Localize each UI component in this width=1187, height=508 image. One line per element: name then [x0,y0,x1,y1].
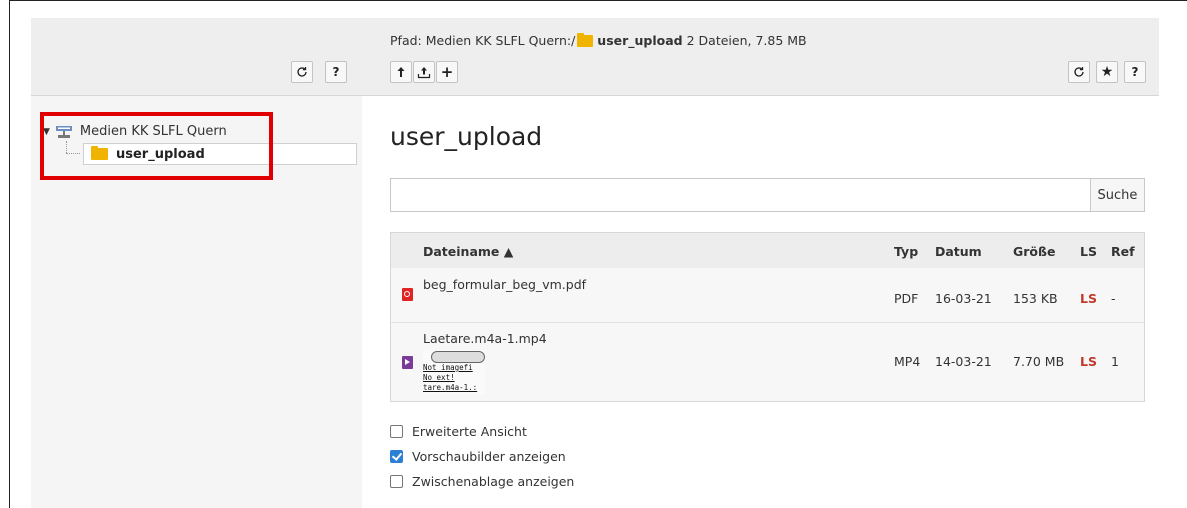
checkbox[interactable] [390,475,403,488]
window-border-left [9,0,10,508]
reload-icon [297,67,307,77]
file-name[interactable]: Laetare.m4a-1.mp4 [423,331,547,346]
help-icon: ? [332,65,340,79]
file-type: PDF [894,291,919,306]
file-type: MP4 [894,354,921,369]
reference-count[interactable]: 1 [1111,354,1119,369]
reload-button[interactable] [1068,61,1090,83]
plus-icon: + [440,63,454,81]
file-table: Dateiname ▲ Typ Datum Größe LS Ref beg_f… [390,232,1145,402]
thumbnail-text: tare.m4a-1.: [423,383,478,392]
option-extended-view[interactable]: Erweiterte Ansicht [390,424,527,439]
column-header-date[interactable]: Datum [935,244,982,259]
tree-help-button[interactable]: ? [325,61,347,83]
doc-header: + ★ ? [362,18,1159,96]
bookmark-button[interactable]: ★ [1096,61,1118,83]
folder-up-icon [397,67,405,77]
checkbox-checked[interactable] [390,450,403,463]
reload-icon [1074,67,1084,77]
file-thumbnail[interactable]: Not imagefi No ext! tare.m4a-1.: [423,350,485,394]
column-header-ref: Ref [1111,244,1135,259]
column-header-ls: LS [1080,244,1097,259]
file-date: 14-03-21 [935,354,992,369]
column-header-name[interactable]: Dateiname ▲ [423,244,513,259]
file-size: 7.70 MB [1013,354,1065,369]
option-label: Vorschaubilder anzeigen [412,449,566,464]
path-folder[interactable]: user_upload [597,33,682,48]
path-prefix: Pfad: Medien KK SLFL Quern:/ [390,33,576,48]
help-button[interactable]: ? [1124,61,1146,83]
help-icon: ? [1131,65,1139,79]
table-row[interactable]: beg_formular_beg_vm.pdf PDF 16-03-21 153… [391,268,1144,323]
option-label: Zwischenablage anzeigen [412,474,575,489]
star-icon: ★ [1100,64,1114,80]
file-date: 16-03-21 [935,291,992,306]
column-header-size[interactable]: Größe [1013,244,1055,259]
add-button[interactable]: + [436,61,458,83]
folder-icon [577,33,594,47]
window-border-top [9,0,1187,1]
pdf-icon[interactable] [402,288,413,301]
file-size: 153 KB [1013,291,1058,306]
column-header-type[interactable]: Typ [894,244,918,259]
thumbnail-text: Not imagefi [423,363,473,372]
upload-button[interactable] [413,61,435,83]
thumbnail-frame [431,351,485,363]
table-row[interactable]: Laetare.m4a-1.mp4 Not imagefi No ext! ta… [391,323,1144,401]
page-title: user_upload [390,122,543,151]
checkbox[interactable] [390,425,403,438]
file-name[interactable]: beg_formular_beg_vm.pdf [423,277,586,292]
reference-count: - [1111,291,1116,306]
thumbnail-text: No ext! [423,373,455,382]
highlight-box [40,112,273,180]
search-input[interactable] [390,178,1090,212]
localization-link[interactable]: LS [1080,354,1097,369]
upload-icon [417,66,431,78]
option-show-thumbnails[interactable]: Vorschaubilder anzeigen [390,449,566,464]
option-label: Erweiterte Ansicht [412,424,527,439]
video-icon[interactable] [402,356,413,369]
folder-up-button[interactable] [390,61,412,83]
localization-link[interactable]: LS [1080,291,1097,306]
table-header: Dateiname ▲ Typ Datum Größe LS Ref [391,233,1144,269]
search-button[interactable]: Suche [1090,178,1145,212]
breadcrumb: Pfad: Medien KK SLFL Quern:/user_upload … [390,33,807,48]
path-summary: 2 Dateien, 7.85 MB [686,33,807,48]
tree-toolbar: ? [31,18,362,96]
option-show-clipboard[interactable]: Zwischenablage anzeigen [390,474,574,489]
tree-reload-button[interactable] [291,61,313,83]
